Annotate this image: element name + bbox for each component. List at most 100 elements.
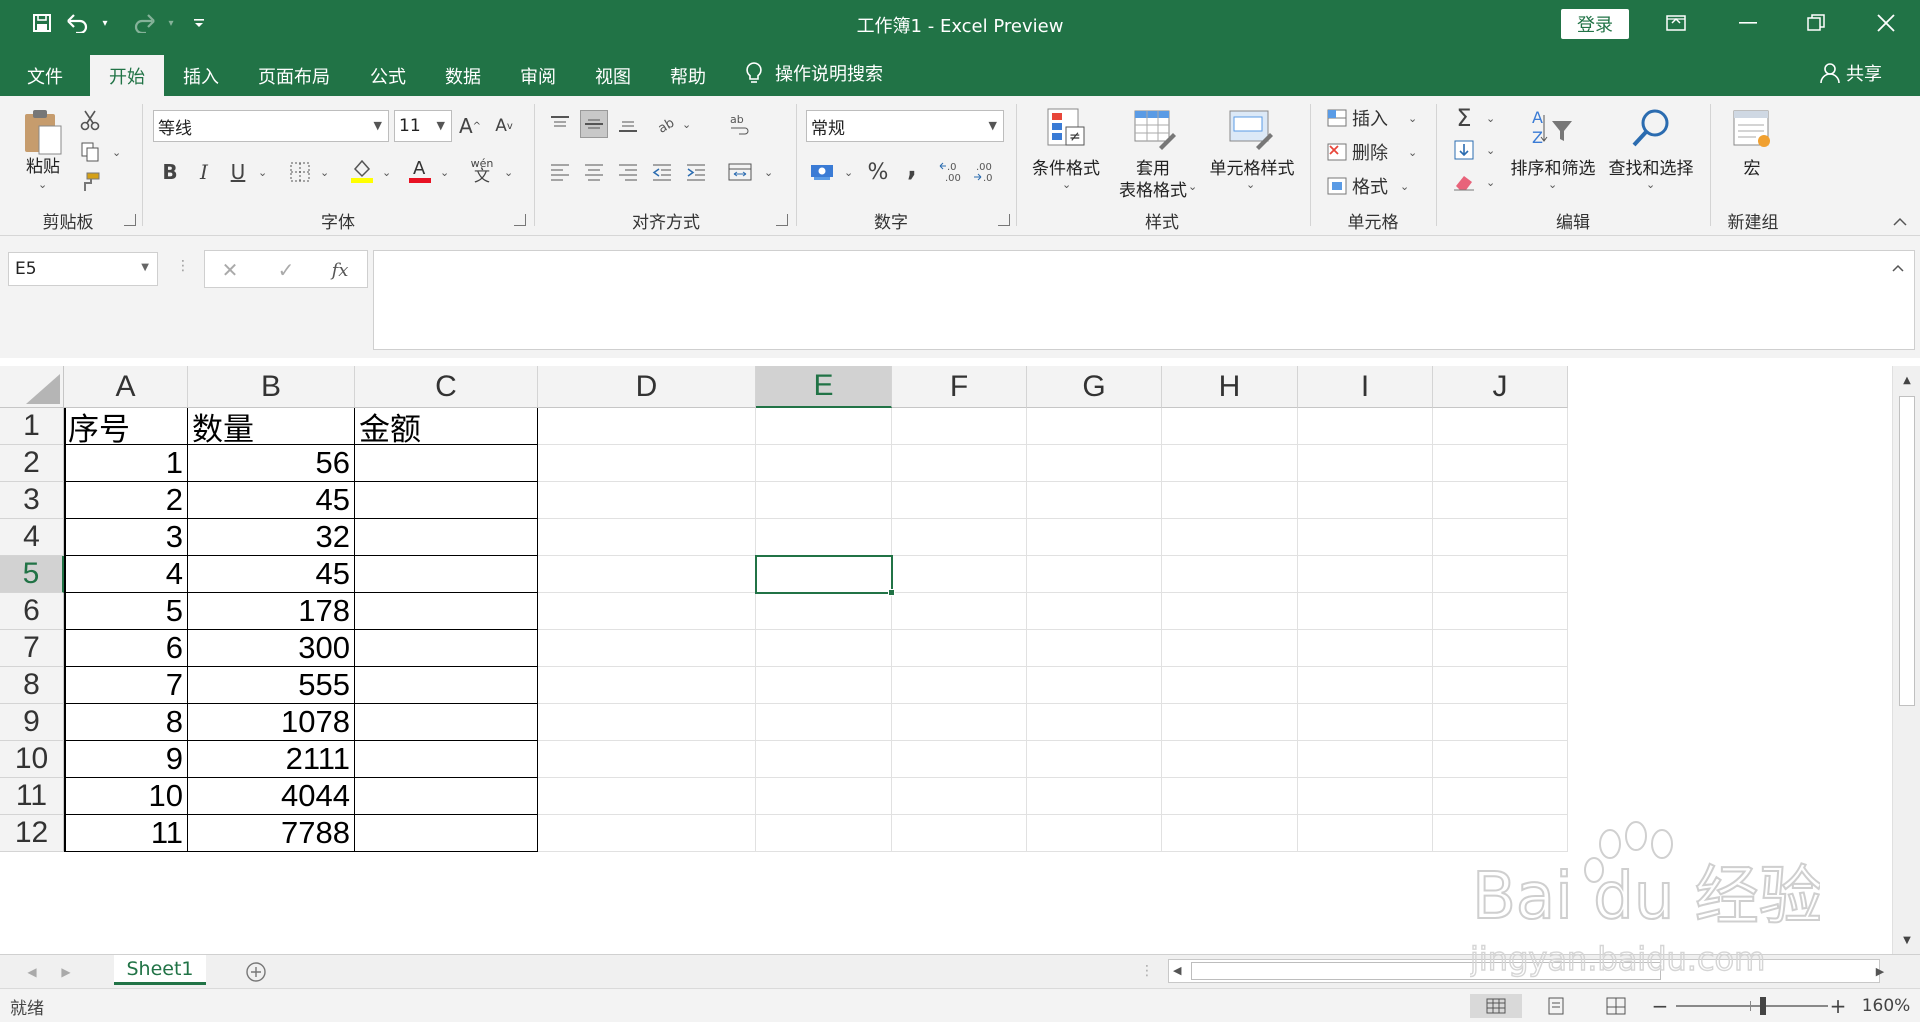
cell-b1[interactable]: 数量 [188, 408, 355, 445]
cell-g9[interactable] [1027, 704, 1162, 741]
cell-a4[interactable]: 3 [64, 519, 188, 556]
cell-f8[interactable] [892, 667, 1027, 704]
cell-d7[interactable] [538, 630, 756, 667]
insert-function-icon[interactable]: fx [326, 256, 354, 284]
cell-h6[interactable] [1162, 593, 1298, 630]
new-sheet-icon[interactable] [242, 958, 270, 986]
cell-j11[interactable] [1433, 778, 1568, 815]
cell-c4[interactable] [355, 519, 538, 556]
row-header-4[interactable]: 4 [0, 519, 64, 556]
cell-f2[interactable] [892, 445, 1027, 482]
cell-d11[interactable] [538, 778, 756, 815]
cell-c8[interactable] [355, 667, 538, 704]
column-header-f[interactable]: F [892, 366, 1027, 408]
borders-dropdown-icon[interactable]: ⌄ [320, 166, 329, 179]
cell-a9[interactable]: 8 [64, 704, 188, 741]
cell-b11[interactable]: 4044 [188, 778, 355, 815]
column-header-j[interactable]: J [1433, 366, 1568, 408]
copy-dropdown-icon[interactable]: ⌄ [112, 146, 121, 159]
column-header-g[interactable]: G [1027, 366, 1162, 408]
autosum-dropdown-icon[interactable]: ⌄ [1486, 112, 1495, 125]
cell-c3[interactable] [355, 482, 538, 519]
format-dropdown-icon[interactable]: ⌄ [1400, 180, 1409, 193]
restore-icon[interactable] [1786, 6, 1846, 40]
percent-style-icon[interactable]: % [864, 158, 892, 186]
cell-d2[interactable] [538, 445, 756, 482]
cell-i5[interactable] [1298, 556, 1433, 593]
cell-g6[interactable] [1027, 593, 1162, 630]
column-header-b[interactable]: B [188, 366, 355, 408]
fill-color-icon[interactable] [348, 156, 376, 184]
cell-j12[interactable] [1433, 815, 1568, 852]
minimize-icon[interactable] [1718, 6, 1778, 40]
cell-j9[interactable] [1433, 704, 1568, 741]
cell-b2[interactable]: 56 [188, 445, 355, 482]
tell-me-search[interactable]: 操作说明搜索 [745, 55, 883, 91]
cell-f11[interactable] [892, 778, 1027, 815]
format-as-table-icon[interactable] [1132, 106, 1178, 152]
horizontal-scroll-thumb[interactable] [1191, 962, 1661, 980]
cell-j10[interactable] [1433, 741, 1568, 778]
cell-g11[interactable] [1027, 778, 1162, 815]
find-select-label[interactable]: 查找和选择 [1602, 154, 1700, 179]
cell-i8[interactable] [1298, 667, 1433, 704]
cell-f7[interactable] [892, 630, 1027, 667]
page-layout-view-icon[interactable] [1530, 994, 1582, 1018]
cell-styles-label[interactable]: 单元格样式 [1200, 154, 1304, 179]
font-size-combo[interactable]: 11 ▼ [394, 110, 452, 142]
cell-b6[interactable]: 178 [188, 593, 355, 630]
normal-view-icon[interactable] [1470, 994, 1522, 1018]
cell-g5[interactable] [1027, 556, 1162, 593]
cell-f5[interactable] [892, 556, 1027, 593]
cell-f9[interactable] [892, 704, 1027, 741]
column-header-e[interactable]: E [756, 366, 892, 408]
cell-c2[interactable] [355, 445, 538, 482]
cell-j1[interactable] [1433, 408, 1568, 445]
enter-entry-icon[interactable]: ✓ [272, 256, 300, 284]
cell-g2[interactable] [1027, 445, 1162, 482]
phonetic-guide-icon[interactable]: wén 文 [468, 156, 496, 184]
cell-h7[interactable] [1162, 630, 1298, 667]
underline-dropdown-icon[interactable]: ⌄ [258, 166, 267, 179]
cell-h10[interactable] [1162, 741, 1298, 778]
cell-d12[interactable] [538, 815, 756, 852]
cell-a12[interactable]: 11 [64, 815, 188, 852]
cell-h11[interactable] [1162, 778, 1298, 815]
clipboard-dialog-launcher-icon[interactable] [124, 214, 136, 226]
format-as-table-dropdown-icon[interactable]: ⌄ [1188, 180, 1197, 193]
cell-styles-icon[interactable] [1226, 106, 1276, 152]
redo-icon[interactable] [124, 8, 164, 38]
cell-a10[interactable]: 9 [64, 741, 188, 778]
cell-f12[interactable] [892, 815, 1027, 852]
cell-d9[interactable] [538, 704, 756, 741]
decrease-font-size-icon[interactable]: Av [490, 112, 518, 140]
cell-h2[interactable] [1162, 445, 1298, 482]
row-header-8[interactable]: 8 [0, 667, 64, 704]
zoom-level[interactable]: 160% [1856, 994, 1916, 1018]
cell-b9[interactable]: 1078 [188, 704, 355, 741]
cell-i11[interactable] [1298, 778, 1433, 815]
wrap-text-icon[interactable]: ab [726, 110, 754, 138]
tab-view[interactable]: 视图 [578, 55, 648, 96]
row-header-10[interactable]: 10 [0, 741, 64, 778]
page-break-preview-icon[interactable] [1590, 994, 1642, 1018]
orientation-icon[interactable]: ab [652, 110, 680, 138]
align-left-icon[interactable] [546, 158, 574, 186]
cell-e8[interactable] [756, 667, 892, 704]
cell-j8[interactable] [1433, 667, 1568, 704]
collapse-ribbon-icon[interactable] [1886, 208, 1914, 236]
cell-d10[interactable] [538, 741, 756, 778]
cell-i9[interactable] [1298, 704, 1433, 741]
collapse-formula-bar-icon[interactable] [1884, 254, 1912, 282]
cell-c7[interactable] [355, 630, 538, 667]
sort-filter-label[interactable]: 排序和筛选 [1504, 154, 1602, 179]
number-dialog-launcher-icon[interactable] [998, 214, 1010, 226]
font-name-combo[interactable]: 等线 ▼ [153, 110, 389, 142]
number-format-combo[interactable]: 常规 ▼ [806, 110, 1004, 142]
macro-label[interactable]: 宏 [1722, 154, 1782, 179]
cell-e7[interactable] [756, 630, 892, 667]
tab-help[interactable]: 帮助 [653, 55, 723, 96]
cell-g4[interactable] [1027, 519, 1162, 556]
row-header-1[interactable]: 1 [0, 408, 64, 445]
macro-icon[interactable] [1728, 106, 1776, 152]
